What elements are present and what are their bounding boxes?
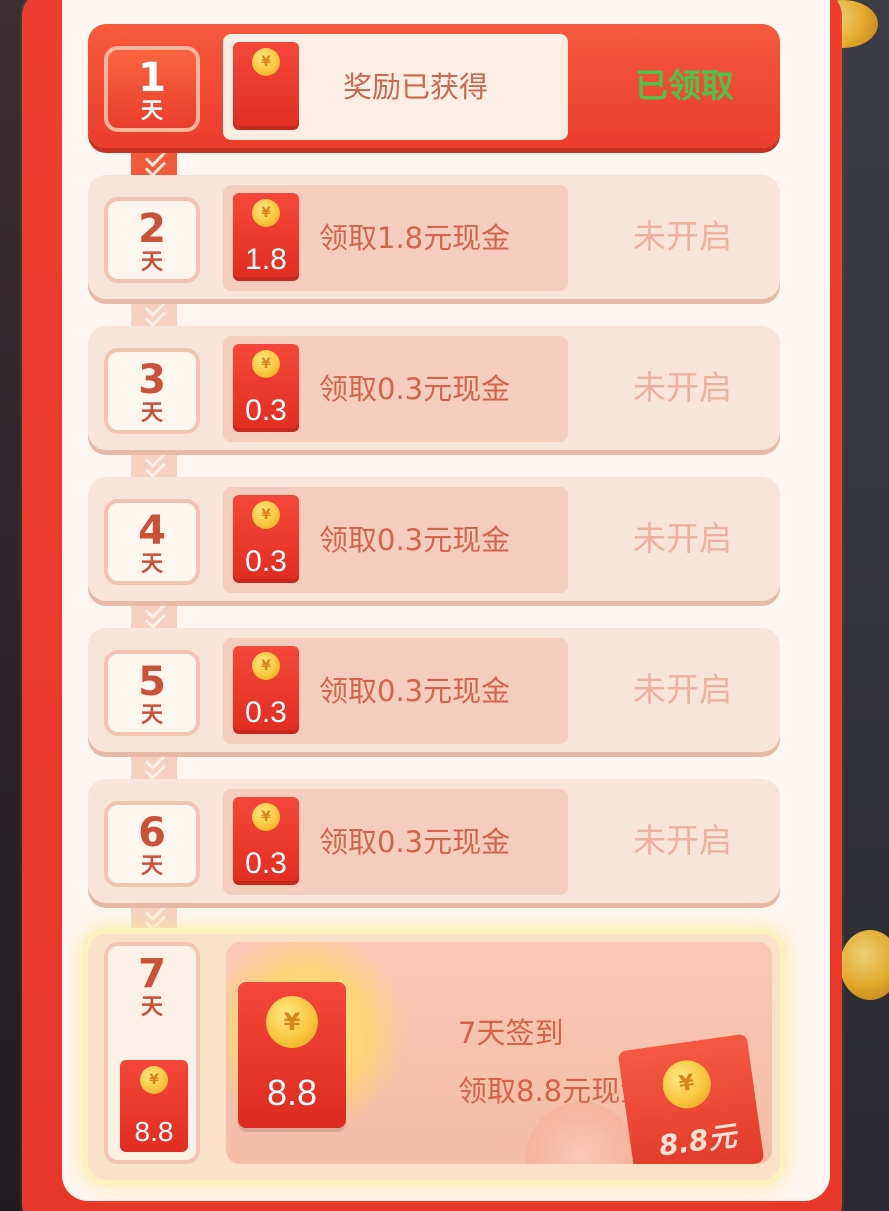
- status-locked: 未开启: [633, 821, 732, 860]
- day-number: 4: [138, 508, 166, 554]
- day-unit: 天: [140, 99, 163, 124]
- day-connector: [131, 145, 177, 179]
- envelope-amount: 8.8: [134, 1116, 174, 1147]
- coin-icon: ¥: [659, 1057, 714, 1112]
- reward-text: 领取0.3元现金: [319, 372, 511, 406]
- day-unit: 天: [140, 401, 163, 426]
- coin-icon: ¥: [252, 501, 280, 529]
- day-connector: [131, 597, 177, 631]
- red-envelope-icon: ¥ 1.8: [233, 193, 299, 281]
- status-locked: 未开启: [633, 519, 732, 558]
- red-envelope-icon: ¥ 8.8: [120, 1060, 188, 1152]
- day-connector: [131, 899, 177, 933]
- envelope-amount: 0.3: [245, 847, 287, 880]
- deco-red-envelope-icon: ¥ 8.8元: [617, 1033, 765, 1164]
- reward-text: 领取1.8元现金: [319, 221, 511, 255]
- coin-icon: ¥: [252, 48, 280, 76]
- day-number: 5: [138, 659, 166, 705]
- reward-box: ¥ 0.3 领取0.3元现金: [223, 487, 568, 593]
- coin-icon: ¥: [266, 996, 318, 1048]
- day-unit: 天: [140, 854, 163, 879]
- day-row-4[interactable]: 4 天 ¥ 0.3 领取0.3元现金 未开启: [88, 477, 780, 601]
- day-row-6[interactable]: 6 天 ¥ 0.3 领取0.3元现金 未开启: [88, 779, 780, 903]
- reward-box: ¥ 0.3 领取0.3元现金: [223, 638, 568, 744]
- reward-box: ¥ 0.3 领取0.3元现金: [223, 789, 568, 895]
- day-badge: 3 天: [104, 348, 200, 434]
- grand-reward-title: 7天签到: [458, 1016, 564, 1050]
- reward-text: 领取0.3元现金: [319, 825, 511, 859]
- coin-icon: ¥: [252, 199, 280, 227]
- envelope-amount: 1.8: [245, 243, 287, 276]
- day-number: 7: [138, 951, 166, 997]
- day-badge: 1 天: [104, 46, 200, 132]
- day-connector: [131, 748, 177, 782]
- big-envelope-amount: 8.8: [266, 1072, 318, 1113]
- day-badge: 2 天: [104, 197, 200, 283]
- coin-icon: ¥: [252, 803, 280, 831]
- day-connector: [131, 295, 177, 329]
- day-connector: [131, 446, 177, 480]
- reward-text: 领取0.3元现金: [319, 674, 511, 708]
- envelope-amount: 0.3: [245, 696, 287, 729]
- big-red-envelope-icon: ¥ 8.8: [238, 982, 346, 1128]
- day-badge: 5 天: [104, 650, 200, 736]
- red-envelope-icon: ¥ 0.3: [233, 495, 299, 583]
- day-badge: 6 天: [104, 801, 200, 887]
- status-claimed: 已领取: [635, 66, 734, 105]
- reward-box: ¥ 0.3 领取0.3元现金: [223, 336, 568, 442]
- coin-icon: ¥: [252, 652, 280, 680]
- grand-reward-area: ¥ 8.8 7天签到 领取8.8元现金 ¥ 8.8元: [226, 942, 772, 1164]
- day-number: 6: [138, 810, 166, 856]
- red-envelope-icon: ¥ 0.3: [233, 646, 299, 734]
- day-number: 3: [138, 357, 166, 403]
- red-envelope-icon: ¥ 0.3: [233, 344, 299, 432]
- day-unit: 天: [140, 995, 163, 1020]
- day-row-7[interactable]: 7 天 ¥ 8.8 ¥ 8.8 7天签到 领取8.8元现金 ¥ 8.8元: [88, 934, 780, 1180]
- day-row-5[interactable]: 5 天 ¥ 0.3 领取0.3元现金 未开启: [88, 628, 780, 752]
- day-row-3[interactable]: 3 天 ¥ 0.3 领取0.3元现金 未开启: [88, 326, 780, 450]
- day-unit: 天: [140, 552, 163, 577]
- red-envelope-icon: ¥: [233, 42, 299, 130]
- reward-text: 奖励已获得: [343, 70, 489, 104]
- day-badge: 7 天 ¥ 8.8: [104, 942, 200, 1164]
- reward-text: 领取0.3元现金: [319, 523, 511, 557]
- coin-icon: ¥: [140, 1066, 168, 1094]
- status-locked: 未开启: [633, 217, 732, 256]
- red-envelope-icon: ¥ 0.3: [233, 797, 299, 885]
- deco-amount-label: 8.8元: [656, 1119, 739, 1163]
- envelope-amount: 0.3: [245, 545, 287, 578]
- day-number: 2: [138, 206, 166, 252]
- status-locked: 未开启: [633, 368, 732, 407]
- reward-box: ¥ 1.8 领取1.8元现金: [223, 185, 568, 291]
- deco-yuan-coin-icon: [526, 1102, 636, 1164]
- envelope-amount: 0.3: [245, 394, 287, 427]
- day-unit: 天: [140, 250, 163, 275]
- day-unit: 天: [140, 703, 163, 728]
- reward-box: ¥ 奖励已获得: [223, 34, 568, 140]
- status-locked: 未开启: [633, 670, 732, 709]
- day-number: 1: [138, 55, 166, 101]
- day-row-2[interactable]: 2 天 ¥ 1.8 领取1.8元现金 未开启: [88, 175, 780, 299]
- coin-icon: ¥: [252, 350, 280, 378]
- day-row-1[interactable]: 1 天 ¥ 奖励已获得 已领取: [88, 24, 780, 148]
- day-badge: 4 天: [104, 499, 200, 585]
